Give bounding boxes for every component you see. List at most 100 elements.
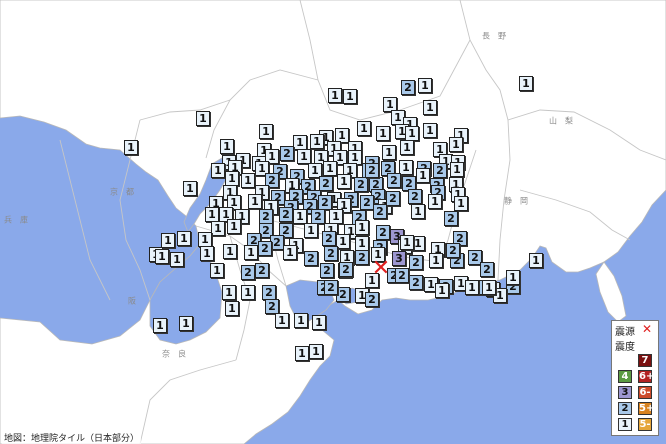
intensity-marker-1: 1 [400, 235, 414, 250]
intensity-marker-1: 1 [428, 194, 442, 209]
intensity-marker-1: 1 [482, 280, 496, 295]
intensity-marker-2: 2 [322, 231, 336, 246]
intensity-marker-2: 2 [409, 275, 423, 290]
intensity-marker-1: 1 [355, 236, 369, 251]
pref-label-osaka: 阪 [128, 296, 136, 306]
intensity-marker-2: 2 [480, 262, 494, 277]
intensity-marker-1: 1 [309, 344, 323, 359]
intensity-marker-1: 1 [177, 231, 191, 246]
intensity-marker-1: 1 [529, 253, 543, 268]
intensity-marker-1: 1 [423, 100, 437, 115]
intensity-marker-1: 1 [411, 204, 425, 219]
pref-label-kyoto: 京 都 [110, 187, 134, 197]
intensity-marker-1: 1 [225, 301, 239, 316]
intensity-marker-2: 2 [258, 241, 272, 256]
intensity-marker-1: 1 [323, 161, 337, 176]
intensity-marker-2: 2 [409, 255, 423, 270]
intensity-marker-2: 2 [354, 177, 368, 192]
intensity-marker-2: 2 [386, 191, 400, 206]
legend-swatch-5plus: 5+ [638, 402, 655, 415]
intensity-marker-2: 2 [270, 235, 284, 250]
intensity-marker-2: 2 [433, 163, 447, 178]
intensity-marker-1: 1 [304, 223, 318, 238]
intensity-marker-1: 1 [198, 232, 212, 247]
pref-label-yamanashi: 山 梨 [549, 116, 573, 126]
intensity-marker-1: 1 [211, 221, 225, 236]
intensity-marker-2: 2 [320, 263, 334, 278]
intensity-marker-1: 1 [244, 245, 258, 260]
legend-swatch-6minus: 6- [638, 386, 652, 399]
intensity-marker-1: 1 [449, 137, 463, 152]
legend-swatch-6plus: 6+ [638, 370, 655, 383]
intensity-marker-1: 1 [220, 139, 234, 154]
intensity-marker-1: 1 [196, 111, 210, 126]
intensity-marker-2: 2 [408, 189, 422, 204]
intensity-marker-2: 2 [336, 287, 350, 302]
intensity-marker-1: 1 [465, 280, 479, 295]
intensity-marker-1: 1 [519, 76, 533, 91]
intensity-marker-2: 2 [339, 262, 353, 277]
intensity-marker-2: 2 [355, 250, 369, 265]
intensity-marker-1: 1 [161, 233, 175, 248]
map-credit: 地図：地理院タイル（日本部分） [2, 431, 142, 444]
legend-swatch-1: 1 [618, 418, 632, 431]
intensity-marker-1: 1 [222, 285, 236, 300]
intensity-marker-1: 1 [205, 207, 219, 222]
intensity-marker-1: 1 [225, 171, 239, 186]
intensity-marker-1: 1 [454, 196, 468, 211]
intensity-marker-1: 1 [429, 253, 443, 268]
intensity-marker-1: 1 [405, 126, 419, 141]
intensity-marker-1: 1 [241, 285, 255, 300]
intensity-marker-1: 1 [200, 246, 214, 261]
intensity-marker-1: 1 [293, 209, 307, 224]
intensity-marker-1: 1 [241, 173, 255, 188]
intensity-marker-1: 1 [211, 163, 225, 178]
intensity-marker-1: 1 [294, 313, 308, 328]
intensity-marker-1: 1 [283, 245, 297, 260]
legend-epicenter-mark: ✕ [642, 322, 653, 336]
legend-swatch-4: 4 [618, 370, 632, 383]
intensity-marker-2: 2 [259, 209, 273, 224]
intensity-marker-1: 1 [183, 181, 197, 196]
intensity-marker-1: 1 [357, 121, 371, 136]
intensity-marker-2: 2 [373, 204, 387, 219]
intensity-marker-1: 1 [337, 174, 351, 189]
intensity-marker-2: 2 [304, 251, 318, 266]
intensity-marker-1: 1 [293, 135, 307, 150]
intensity-marker-1: 1 [435, 283, 449, 298]
legend: 震源 ✕ 震度 7 6+ 6- 5+ 5- 4 3 2 1 [611, 320, 659, 436]
intensity-marker-1: 1 [155, 249, 169, 264]
legend-swatch-5minus: 5- [638, 418, 652, 431]
intensity-marker-2: 2 [280, 146, 294, 161]
intensity-marker-1: 1 [223, 244, 237, 259]
intensity-marker-1: 1 [312, 315, 326, 330]
intensity-marker-2: 2 [262, 285, 276, 300]
pref-label-shizuoka: 静 岡 [504, 196, 528, 206]
intensity-marker-1: 1 [355, 220, 369, 235]
intensity-marker-1: 1 [170, 252, 184, 267]
legend-intensity-label: 震度 [615, 342, 635, 353]
intensity-marker-2: 2 [444, 211, 458, 226]
intensity-marker-2: 2 [255, 263, 269, 278]
intensity-marker-2: 2 [324, 280, 338, 295]
intensity-marker-2: 2 [311, 209, 325, 224]
intensity-marker-1: 1 [295, 346, 309, 361]
intensity-marker-3: 3 [392, 251, 406, 266]
legend-swatch-3: 3 [618, 386, 632, 399]
intensity-marker-1: 1 [310, 134, 324, 149]
intensity-marker-2: 2 [265, 299, 279, 314]
intensity-marker-2: 2 [318, 195, 332, 210]
intensity-marker-2: 2 [387, 173, 401, 188]
pref-label-nara: 奈 良 [162, 349, 186, 359]
intensity-marker-1: 1 [336, 234, 350, 249]
intensity-marker-1: 1 [418, 78, 432, 93]
intensity-marker-2: 2 [360, 195, 374, 210]
intensity-marker-1: 1 [416, 168, 430, 183]
pref-label-hyogo: 兵 庫 [4, 215, 28, 225]
intensity-marker-2: 2 [395, 268, 409, 283]
intensity-marker-2: 2 [376, 225, 390, 240]
legend-epicenter-label: 震源 [615, 327, 635, 338]
intensity-marker-1: 1 [227, 219, 241, 234]
intensity-marker-1: 1 [343, 89, 357, 104]
intensity-marker-1: 1 [210, 263, 224, 278]
